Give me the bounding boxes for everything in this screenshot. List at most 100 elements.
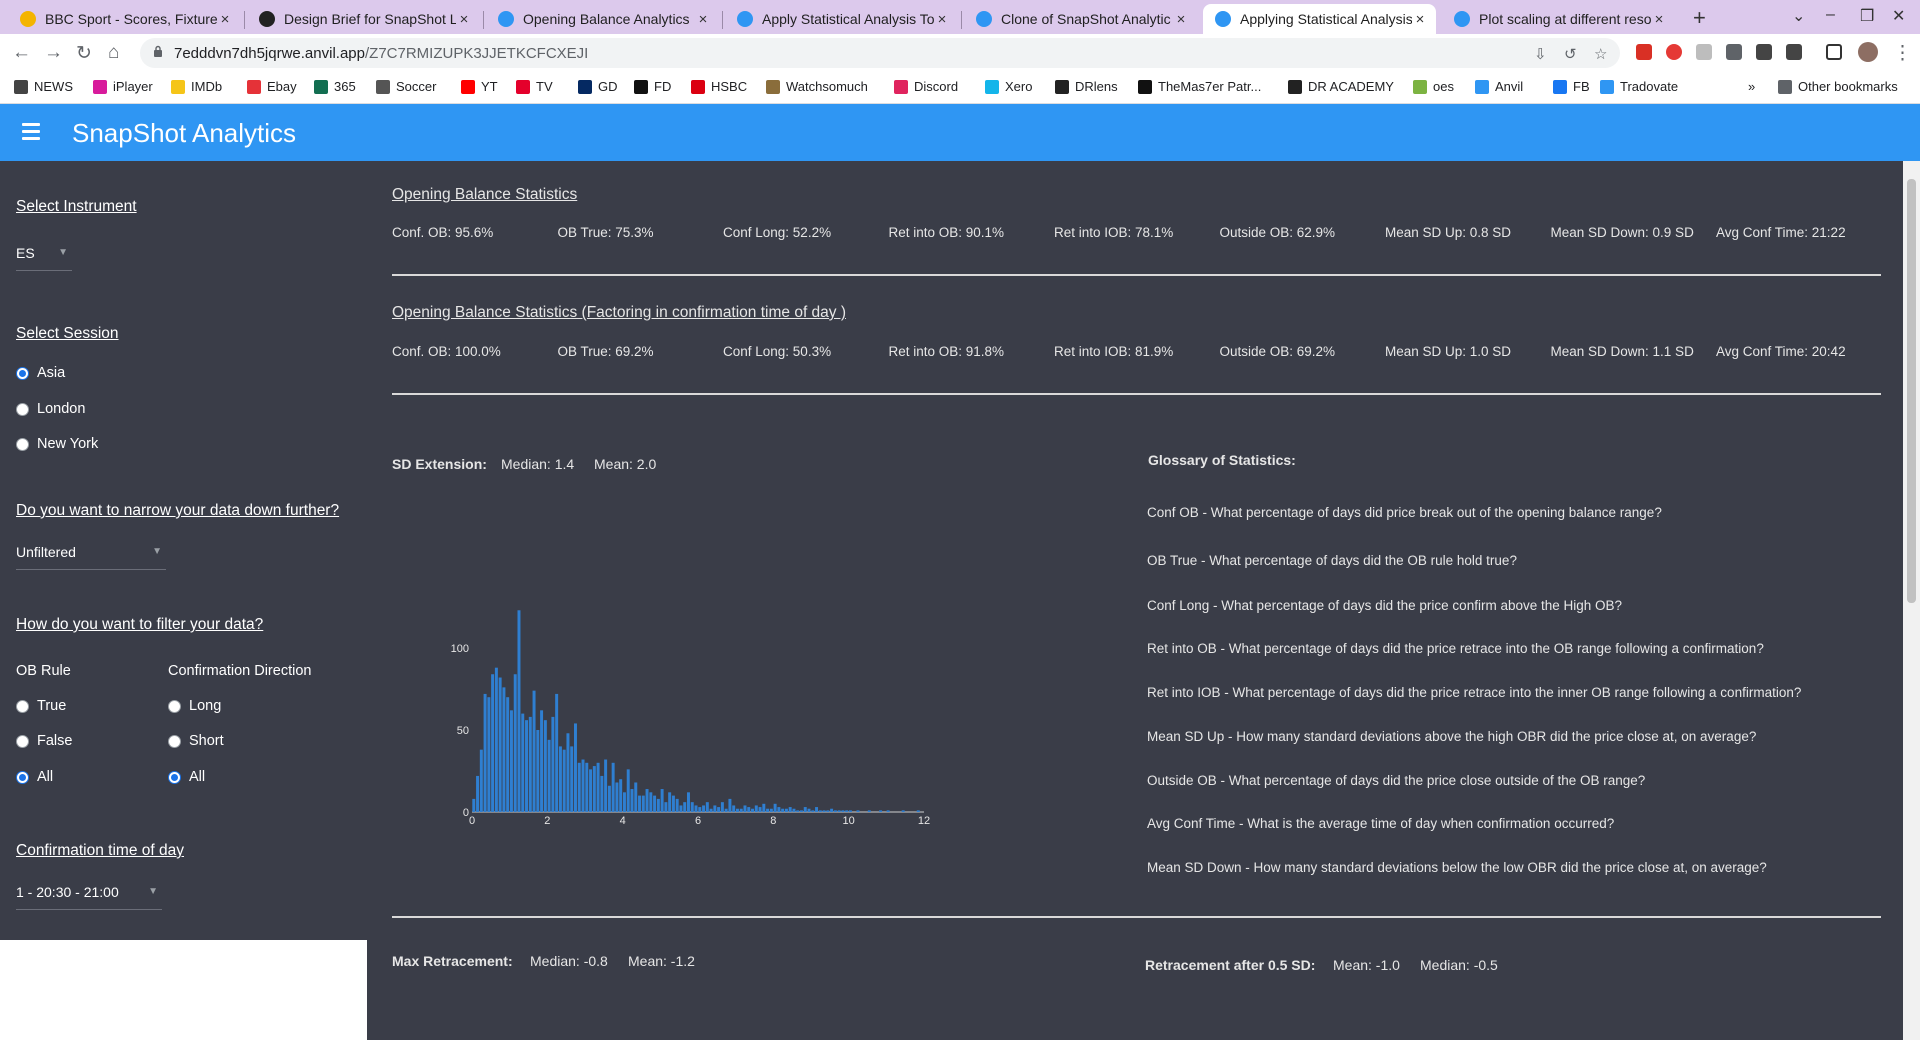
restore-icon[interactable]: ❒ [1860, 6, 1874, 26]
bookmark-favicon-icon [314, 79, 328, 94]
bookmark-label: TheMas7er Patr... [1158, 79, 1262, 94]
download-icon[interactable] [1726, 44, 1742, 60]
histogram-bar [509, 710, 513, 812]
session-radio-london[interactable]: London [16, 401, 85, 417]
bookmark[interactable]: oes [1413, 79, 1454, 94]
browser-tab[interactable]: Design Brief for SnapShot L × [247, 4, 480, 34]
bookmark[interactable]: iPlayer [93, 79, 153, 94]
more-bookmarks-icon[interactable]: » [1748, 79, 1755, 94]
bookmark[interactable]: Xero [985, 79, 1032, 94]
bookmark[interactable]: DR ACADEMY [1288, 79, 1394, 94]
radio-label: All [37, 769, 54, 785]
adblock-icon[interactable] [1636, 44, 1652, 60]
scrollbar-thumb[interactable] [1907, 179, 1916, 603]
extensions-puzzle-icon[interactable] [1756, 44, 1772, 60]
instrument-dropdown[interactable]: ES ▼ [16, 245, 72, 271]
bookmark[interactable]: YT [461, 79, 498, 94]
glossary-item: OB True - What percentage of days did th… [1147, 553, 1517, 568]
close-icon[interactable]: × [1173, 11, 1189, 28]
bookmark[interactable]: GD [578, 79, 618, 94]
extension-gray-icon[interactable] [1696, 44, 1712, 60]
back-icon[interactable]: ← [12, 42, 31, 64]
ob-rule-radio-false[interactable]: False [16, 733, 72, 749]
browser-tab[interactable]: Plot scaling at different reso × [1442, 4, 1675, 34]
browser-tab[interactable]: BBC Sport - Scores, Fixture × [8, 4, 241, 34]
bookmark[interactable]: IMDb [171, 79, 222, 94]
star-icon[interactable]: ☆ [1594, 45, 1607, 63]
bookmark[interactable]: Anvil [1475, 79, 1523, 94]
stat-item: Avg Conf Time: 20:42 [1716, 344, 1846, 359]
histogram-bar [856, 810, 860, 812]
histogram-bar [830, 808, 834, 812]
session-radio-asia[interactable]: Asia [16, 365, 65, 381]
home-icon[interactable]: ⌂ [108, 42, 119, 64]
install-icon[interactable]: ⇩ [1534, 45, 1547, 63]
narrow-dropdown[interactable]: Unfiltered ▼ [16, 544, 166, 570]
bookmark[interactable]: Discord [894, 79, 958, 94]
bookmark[interactable]: Tradovate [1600, 79, 1678, 94]
close-icon[interactable]: × [695, 11, 711, 28]
other-bookmarks[interactable]: Other bookmarks [1778, 79, 1898, 94]
ob-rule-radio-all[interactable]: All [16, 769, 53, 785]
bookmark[interactable]: 365 [314, 79, 356, 94]
menu-icon[interactable] [22, 123, 40, 144]
profile-avatar[interactable] [1858, 42, 1878, 62]
bookmark[interactable]: NEWS [14, 79, 73, 94]
address-bar[interactable]: 7edddvn7dh5jqrwe.anvil.app/Z7C7RMIZUPK3J… [140, 38, 1620, 68]
conf-time-heading: Confirmation time of day [16, 842, 184, 859]
bookmark[interactable]: Ebay [247, 79, 297, 94]
histogram-bar [532, 690, 536, 812]
share-icon[interactable]: ↺ [1564, 45, 1577, 63]
radio-button[interactable] [16, 734, 29, 748]
ob-rule-radio-true[interactable]: True [16, 698, 66, 714]
reload-icon[interactable]: ↻ [76, 42, 92, 65]
bookmark[interactable]: TheMas7er Patr... [1138, 79, 1261, 94]
page-scrollbar[interactable] [1903, 161, 1920, 1040]
browser-tab[interactable]: Applying Statistical Analysis × [1203, 4, 1436, 34]
direction-radio-short[interactable]: Short [168, 733, 224, 749]
window-close-icon[interactable]: ✕ [1892, 6, 1905, 26]
sidepanel-icon[interactable] [1826, 44, 1842, 60]
browser-tab[interactable]: Opening Balance Analytics × [486, 4, 719, 34]
bookmark[interactable]: FB [1553, 79, 1590, 94]
session-radio-new-york[interactable]: New York [16, 436, 98, 452]
bookmark[interactable]: DRlens [1055, 79, 1118, 94]
close-icon[interactable]: × [934, 11, 950, 28]
browser-tab[interactable]: Apply Statistical Analysis To × [725, 4, 958, 34]
radio-button[interactable] [168, 734, 181, 748]
bookmark[interactable]: FD [634, 79, 671, 94]
minimize-icon[interactable]: – [1826, 6, 1835, 24]
radio-button[interactable] [168, 770, 181, 784]
close-icon[interactable]: × [456, 11, 472, 28]
bookmark[interactable]: HSBC [691, 79, 747, 94]
radio-button[interactable] [16, 770, 29, 784]
conf-time-dropdown[interactable]: 1 - 20:30 - 21:00 ▼ [16, 884, 162, 910]
narrow-heading: Do you want to narrow your data down fur… [16, 502, 340, 519]
close-icon[interactable]: × [217, 11, 233, 28]
radio-button[interactable] [168, 699, 181, 713]
forward-icon[interactable]: → [44, 42, 63, 64]
radio-button[interactable] [16, 699, 29, 713]
browser-menu-icon[interactable]: ⋮ [1893, 42, 1912, 65]
bookmark[interactable]: TV [516, 79, 553, 94]
tab-search-icon[interactable]: ⌄ [1792, 6, 1805, 26]
radio-button[interactable] [16, 402, 29, 416]
direction-radio-long[interactable]: Long [168, 698, 221, 714]
histogram-bar [622, 792, 626, 812]
radio-button[interactable] [16, 437, 29, 451]
close-icon[interactable]: × [1412, 11, 1428, 28]
extension-red-icon[interactable] [1666, 44, 1682, 60]
bookmark[interactable]: Watchsomuch [766, 79, 868, 94]
browser-tab[interactable]: Clone of SnapShot Analytic × [964, 4, 1197, 34]
close-icon[interactable]: × [1651, 11, 1667, 28]
histogram-bar [766, 808, 770, 812]
bookmark[interactable]: Soccer [376, 79, 436, 94]
histogram-bar [811, 810, 815, 812]
radio-button[interactable] [16, 366, 29, 380]
direction-radio-all[interactable]: All [168, 769, 205, 785]
media-icon[interactable] [1786, 44, 1802, 60]
sd-extension-mean: Mean: 2.0 [594, 456, 657, 472]
histogram-bar [476, 775, 480, 812]
new-tab-icon[interactable]: + [1693, 5, 1706, 31]
histogram-bar [709, 808, 713, 812]
